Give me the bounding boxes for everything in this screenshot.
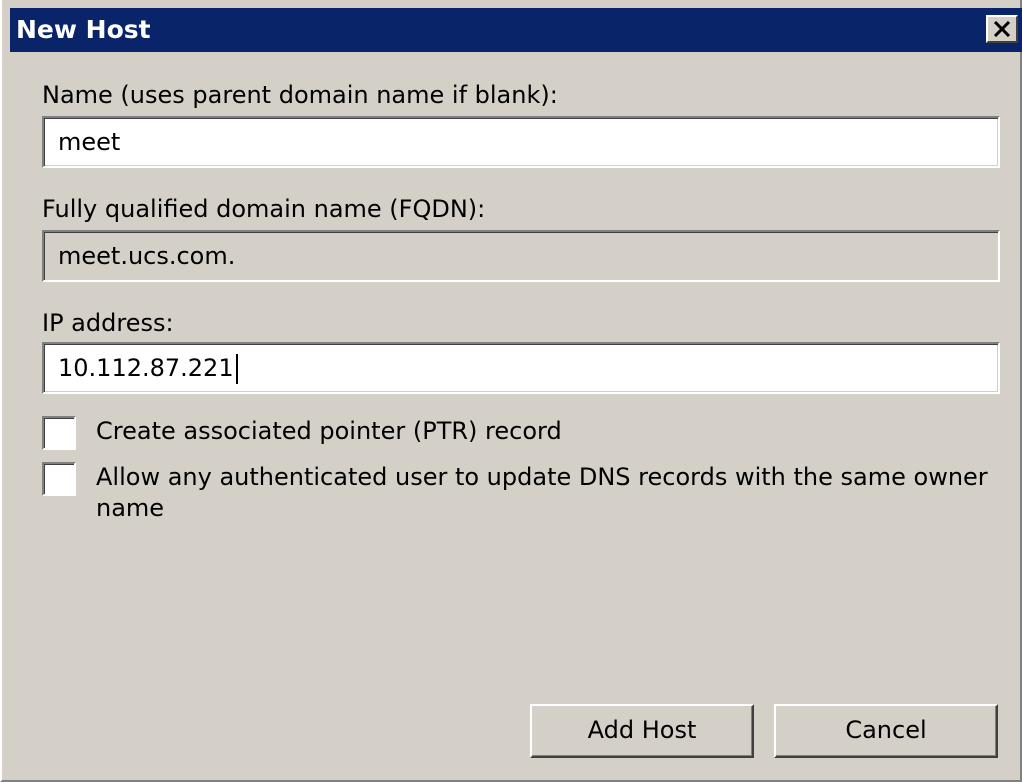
ptr-record-checkbox[interactable] <box>42 416 76 450</box>
name-label: Name (uses parent domain name if blank): <box>42 81 558 109</box>
close-button[interactable] <box>986 15 1018 43</box>
add-host-button[interactable]: Add Host <box>530 704 754 758</box>
allow-update-label[interactable]: Allow any authenticated user to update D… <box>96 462 996 524</box>
ip-address-field-container: 10.112.87.221 <box>58 352 238 384</box>
title-bar: New Host <box>10 8 1022 52</box>
cancel-button[interactable]: Cancel <box>774 704 998 758</box>
close-icon <box>993 21 1011 37</box>
fqdn-field: meet.ucs.com. <box>42 230 1000 282</box>
ip-address-label: IP address: <box>42 309 174 337</box>
text-caret <box>235 354 238 384</box>
allow-update-checkbox[interactable] <box>42 462 76 496</box>
name-field-value: meet <box>58 128 121 156</box>
fqdn-label: Fully qualified domain name (FQDN): <box>42 195 486 223</box>
new-host-dialog: New Host Name (uses parent domain name i… <box>0 0 1022 782</box>
ip-address-field[interactable]: 10.112.87.221 <box>42 342 1000 394</box>
name-field[interactable]: meet <box>42 116 1000 168</box>
dialog-title: New Host <box>16 15 151 44</box>
ip-address-value: 10.112.87.221 <box>58 354 234 382</box>
ptr-record-label[interactable]: Create associated pointer (PTR) record <box>96 416 996 447</box>
fqdn-field-value: meet.ucs.com. <box>58 242 236 270</box>
